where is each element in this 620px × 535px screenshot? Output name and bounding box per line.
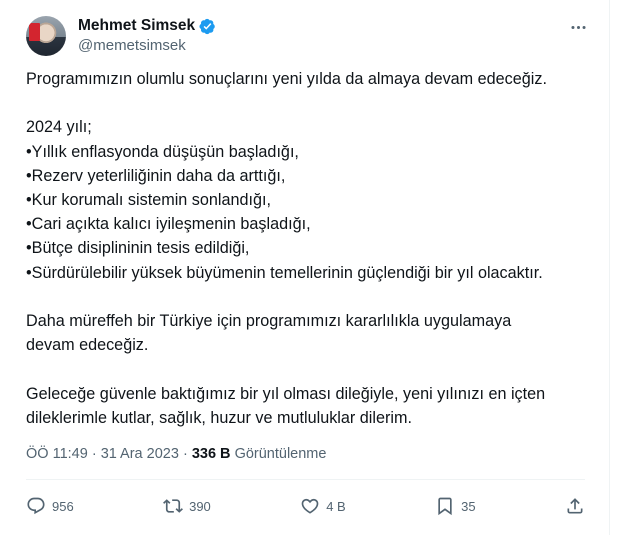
like-count: 4 B: [326, 498, 346, 514]
meta-separator: ·: [182, 446, 188, 462]
avatar[interactable]: [26, 16, 66, 56]
reply-count: 956: [52, 498, 74, 514]
meta-separator: ·: [91, 446, 97, 462]
bookmark-count: 35: [461, 498, 476, 514]
tweet-actions: 956 390 4 B 35: [26, 491, 585, 521]
verified-badge-icon: [199, 18, 216, 35]
repost-button[interactable]: 390: [163, 496, 211, 516]
views-count: 336 B: [191, 446, 231, 462]
author-display-name[interactable]: Mehmet Simsek: [78, 16, 195, 36]
tweet-text: Programımızın olumlu sonuçlarını yeni yı…: [26, 70, 547, 427]
tweet-meta: ÖÖ 11:49 · 31 Ara 2023 · 336 B Görüntüle…: [26, 444, 326, 464]
share-icon: [567, 498, 583, 514]
reply-button[interactable]: 956: [26, 496, 74, 516]
heart-icon: [301, 498, 319, 514]
repost-icon: [163, 499, 184, 513]
reply-icon: [27, 497, 45, 515]
tweet-time[interactable]: ÖÖ 11:49: [26, 446, 88, 462]
tweet-date[interactable]: 31 Ara 2023: [101, 446, 179, 462]
views-label: Görüntülenme: [234, 446, 327, 462]
share-button[interactable]: [565, 496, 585, 516]
name-row: Mehmet Simsek: [78, 16, 216, 36]
divider: [26, 479, 585, 480]
bookmark-icon: [438, 497, 452, 516]
like-button[interactable]: 4 B: [300, 496, 346, 516]
tweet-card: Mehmet Simsek @memetsimsek Programımızın…: [0, 0, 610, 535]
repost-count: 390: [189, 498, 211, 514]
flag-icon: [29, 23, 40, 41]
bookmark-button[interactable]: 35: [435, 496, 476, 516]
tweet-header: Mehmet Simsek @memetsimsek: [26, 14, 595, 58]
author-info: Mehmet Simsek @memetsimsek: [78, 16, 216, 56]
more-options-icon[interactable]: [567, 16, 589, 38]
author-handle[interactable]: @memetsimsek: [78, 36, 216, 56]
